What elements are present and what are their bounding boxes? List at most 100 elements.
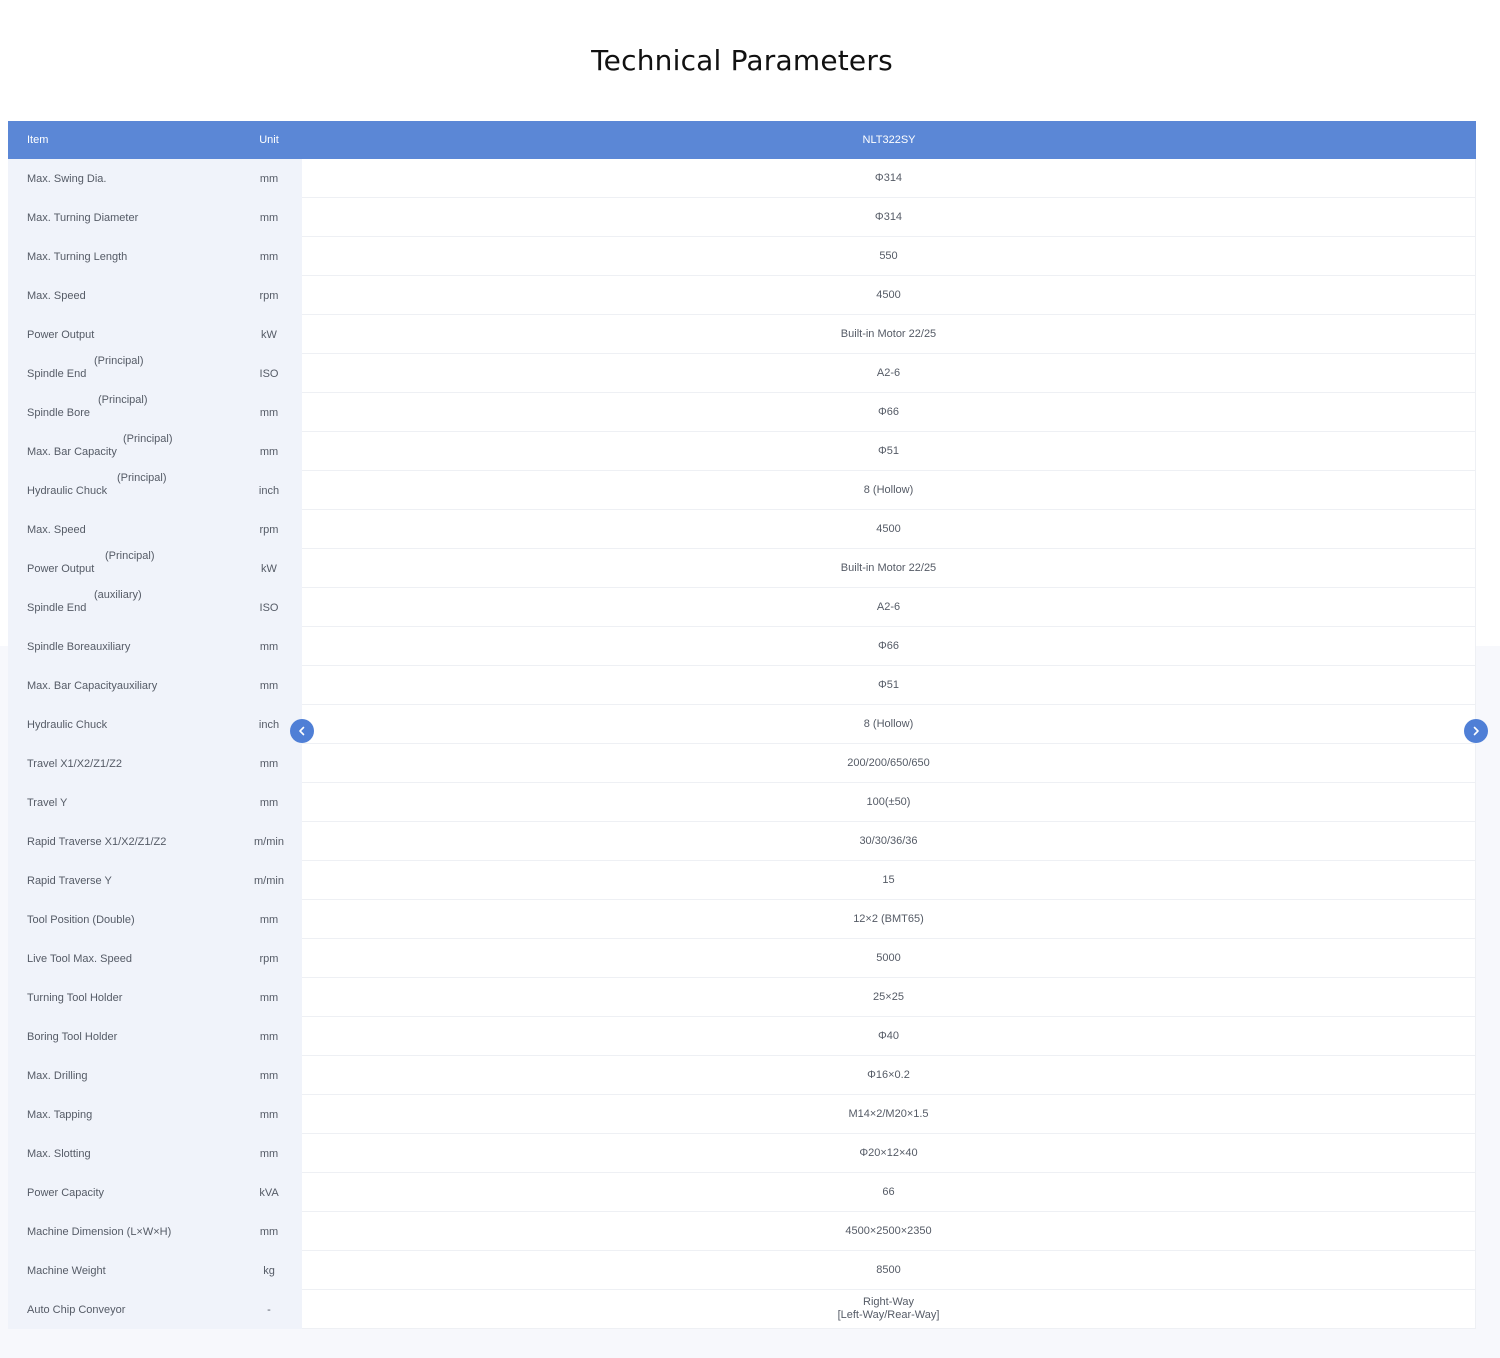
row-item-cell: Max. Turning Diameter [8,198,236,237]
row-item-label: Spindle End [27,601,87,614]
row-item-label: Max. Turning Diameter [27,211,139,224]
table-row: Max. Bar Capacityauxiliary mm Φ51 [8,666,1476,705]
row-item-qualifier: (Principal) [94,355,144,367]
row-unit: ISO [236,354,302,393]
row-value: 66 [302,1173,1476,1212]
table-row: Machine Dimension (L×W×H) mm 4500×2500×235… [8,1212,1476,1251]
row-item-cell: Spindle End (Principal) [8,354,236,393]
row-unit: mm [236,1134,302,1173]
row-item-cell: Power Output (Principal) [8,549,236,588]
row-item-cell: Max. Turning Length [8,237,236,276]
row-value: Built-in Motor 22/25 [302,549,1476,588]
row-item-label: Hydraulic Chuck [27,718,108,731]
page: Technical Parameters Item Unit NLT322SY … [0,0,1500,1358]
row-value: 550 [302,237,1476,276]
row-unit: kg [236,1251,302,1290]
row-unit: mm [236,1017,302,1056]
row-item-cell: Spindle End (auxiliary) [8,588,236,627]
row-item-cell: Rapid Traverse X1/X2/Z1/Z2 [8,822,236,861]
row-item-label: Spindle End [27,367,87,380]
table-row: Max. Turning Length mm 550 [8,237,1476,276]
row-item-cell: Power Capacity [8,1173,236,1212]
row-value: 100(±50) [302,783,1476,822]
row-unit: mm [236,978,302,1017]
row-unit: - [236,1290,302,1329]
row-item-label: Max. Tapping [27,1108,93,1121]
table-row: Spindle End (Principal) ISO A2-6 [8,354,1476,393]
row-item-cell: Max. Speed [8,276,236,315]
row-item-cell: Power Output [8,315,236,354]
row-item-cell: Tool Position (Double) [8,900,236,939]
row-item-cell: Max. Bar Capacityauxiliary [8,666,236,705]
prev-slide-button[interactable] [290,719,314,743]
row-item-label: Max. Speed [27,523,86,536]
row-item-label: Max. Bar Capacity [27,445,117,458]
row-unit: mm [236,1212,302,1251]
table-row: Max. Bar Capacity (Principal) mm Φ51 [8,432,1476,471]
table-row: Rapid Traverse X1/X2/Z1/Z2 m/min 30/30/36/… [8,822,1476,861]
table-row: Spindle Bore (Principal) mm Φ66 [8,393,1476,432]
row-value: A2-6 [302,588,1476,627]
row-item-label: Spindle Boreauxiliary [27,640,131,653]
row-item-cell: Travel X1/X2/Z1/Z2 [8,744,236,783]
table-row: Spindle Boreauxiliary mm Φ66 [8,627,1476,666]
row-item-label: Rapid Traverse Y [27,874,112,887]
header-unit: Unit [259,134,279,146]
row-value: Right-Way [Left-Way/Rear-Way] [302,1290,1476,1329]
row-unit: mm [236,1056,302,1095]
table-row: Max. Tapping mm M14×2/M20×1.5 [8,1095,1476,1134]
row-value: 4500×2500×2350 [302,1212,1476,1251]
table-row: Max. Slotting mm Φ20×12×40 [8,1134,1476,1173]
row-item-cell: Rapid Traverse Y [8,861,236,900]
row-item-cell: Max. Tapping [8,1095,236,1134]
row-item-qualifier: (auxiliary) [94,589,142,601]
table-row: Max. Turning Diameter mm Φ314 [8,198,1476,237]
row-item-cell: Boring Tool Holder [8,1017,236,1056]
row-value: 8500 [302,1251,1476,1290]
row-item-label: Max. Speed [27,289,86,302]
row-item-cell: Hydraulic Chuck (Principal) [8,471,236,510]
table-row: Max. Speed rpm 4500 [8,276,1476,315]
next-slide-button[interactable] [1464,719,1488,743]
row-item-label: Power Output [27,562,95,575]
row-value: 4500 [302,510,1476,549]
row-item-label: Auto Chip Conveyor [27,1303,126,1316]
row-item-label: Turning Tool Holder [27,991,123,1004]
table-row: Max. Drilling mm Φ16×0.2 [8,1056,1476,1095]
row-item-cell: Hydraulic Chuck [8,705,236,744]
table-row: Travel Y mm 100(±50) [8,783,1476,822]
row-value: Φ20×12×40 [302,1134,1476,1173]
row-unit: mm [236,159,302,198]
row-unit: mm [236,783,302,822]
row-unit: ISO [236,588,302,627]
row-item-label: Rapid Traverse X1/X2/Z1/Z2 [27,835,167,848]
row-value: Φ314 [302,159,1476,198]
row-unit: kW [236,315,302,354]
row-value: A2-6 [302,354,1476,393]
row-value: 30/30/36/36 [302,822,1476,861]
row-value: Φ51 [302,432,1476,471]
row-item-cell: Machine Dimension (L×W×H) [8,1212,236,1251]
row-unit: mm [236,666,302,705]
table-row: Auto Chip Conveyor - Right-Way [Left-Way/R… [8,1290,1476,1329]
row-item-label: Hydraulic Chuck [27,484,108,497]
row-value: M14×2/M20×1.5 [302,1095,1476,1134]
table-row: Turning Tool Holder mm 25×25 [8,978,1476,1017]
row-item-label: Machine Dimension (L×W×H) [27,1225,172,1238]
table-row: Travel X1/X2/Z1/Z2 mm 200/200/650/650 [8,744,1476,783]
row-unit: mm [236,237,302,276]
row-item-label: Live Tool Max. Speed [27,952,132,965]
row-item-label: Power Output [27,328,95,341]
table-row: Live Tool Max. Speed rpm 5000 [8,939,1476,978]
table-row: Hydraulic Chuck (Principal) inch 8 (Hollow) [8,471,1476,510]
table-row: Hydraulic Chuck inch 8 (Hollow) [8,705,1476,744]
row-item-qualifier: (Principal) [98,394,148,406]
row-unit: mm [236,744,302,783]
table-row: Power Output (Principal) kW Built-in Motor … [8,549,1476,588]
row-item-cell: Machine Weight [8,1251,236,1290]
row-value: 25×25 [302,978,1476,1017]
row-item-cell: Travel Y [8,783,236,822]
row-unit: kVA [236,1173,302,1212]
table-row: Machine Weight kg 8500 [8,1251,1476,1290]
row-value: 8 (Hollow) [302,471,1476,510]
